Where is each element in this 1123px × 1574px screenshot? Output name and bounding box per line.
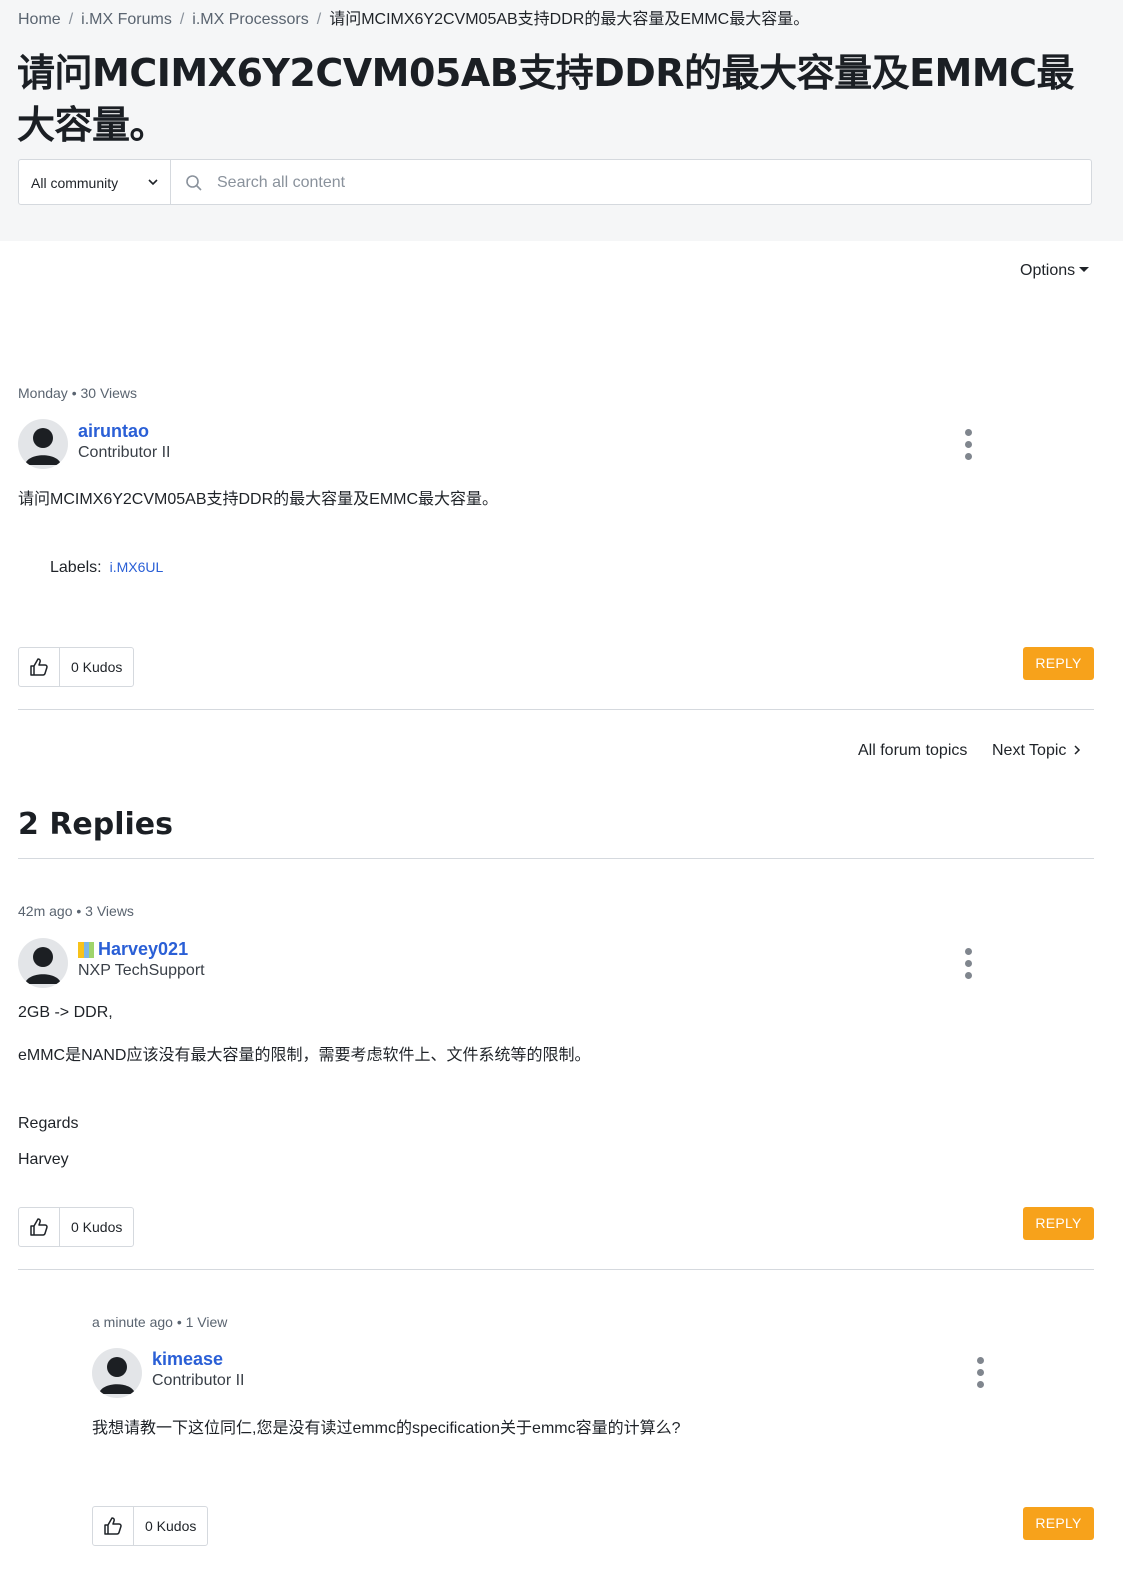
reply-meta: a minute ago • 1 View	[92, 1314, 228, 1330]
avatar-icon	[25, 428, 61, 465]
post-labels: Labels: i.MX6UL	[50, 559, 163, 577]
replies-title: 2 Replies	[18, 807, 174, 842]
breadcrumb-imx-processors[interactable]: i.MX Processors	[192, 11, 308, 28]
kudo-button[interactable]	[19, 1208, 60, 1246]
kudos-widget: 0 Kudos	[18, 1207, 134, 1247]
page-title: 请问MCIMX6Y2CVM05AB支持DDR的最大容量及EMMC最大容量。	[17, 51, 1075, 147]
thumbs-up-icon	[30, 658, 48, 676]
author-rank: Contributor II	[152, 1372, 245, 1389]
kudo-button[interactable]	[93, 1507, 134, 1545]
kebab-icon[interactable]	[964, 948, 974, 984]
search-bar: All community	[18, 159, 1092, 205]
divider	[18, 858, 1094, 859]
avatar-icon	[25, 947, 61, 984]
kudos-count: 0 Kudos	[71, 659, 123, 675]
avatar[interactable]	[92, 1348, 142, 1398]
reply-button[interactable]: REPLY	[1023, 647, 1094, 680]
breadcrumb-current: 请问MCIMX6Y2CVM05AB支持DDR的最大容量及EMMC最大容量。	[329, 11, 810, 28]
kudos-count: 0 Kudos	[145, 1518, 197, 1534]
caret-down-icon	[1079, 267, 1090, 272]
breadcrumb-home[interactable]: Home	[18, 11, 61, 28]
thumbs-up-icon	[104, 1517, 122, 1535]
avatar[interactable]	[18, 419, 68, 469]
divider	[18, 1269, 1094, 1270]
thumbs-up-icon	[30, 1218, 48, 1236]
breadcrumb-separator: /	[316, 11, 322, 28]
kebab-icon[interactable]	[964, 429, 974, 465]
next-topic-label: Next Topic	[992, 742, 1067, 759]
kebab-icon[interactable]	[976, 1357, 986, 1393]
breadcrumb-imx-forums[interactable]: i.MX Forums	[81, 11, 172, 28]
options-label: Options	[1020, 262, 1076, 279]
reply-meta: 42m ago • 3 Views	[18, 903, 134, 919]
reply-button[interactable]: REPLY	[1023, 1507, 1094, 1540]
author-name[interactable]: airuntao	[78, 421, 149, 442]
kudos-widget: 0 Kudos	[92, 1506, 208, 1546]
reply-body-line: 我想请教一下这位同仁,您是没有读过emmc的specification关于emm…	[92, 1420, 681, 1437]
divider	[18, 709, 1094, 710]
kudos-widget: 0 Kudos	[18, 647, 134, 687]
next-topic-link[interactable]: Next Topic	[992, 742, 1082, 760]
options-menu[interactable]: Options	[1020, 262, 1090, 280]
chevron-down-icon	[148, 179, 158, 186]
chevron-right-icon	[1074, 745, 1081, 755]
kudo-button[interactable]	[19, 648, 60, 686]
search-icon	[186, 175, 202, 191]
page-header: Home / i.MX Forums / i.MX Processors / 请问MCIMX…	[0, 0, 1123, 241]
kudos-count: 0 Kudos	[71, 1219, 123, 1235]
label-tag[interactable]: i.MX6UL	[110, 559, 164, 575]
reply-body-line: 2GB -> DDR,	[18, 1004, 113, 1021]
reply-body-line: Regards	[18, 1115, 79, 1132]
all-forum-topics-link[interactable]: All forum topics	[858, 742, 967, 760]
reply-body-line: eMMC是NAND应该没有最大容量的限制，需要考虑软件上、文件系统等的限制。	[18, 1047, 591, 1064]
breadcrumb-separator: /	[68, 11, 74, 28]
labels-label: Labels:	[50, 559, 102, 576]
breadcrumb: Home / i.MX Forums / i.MX Processors / 请问MCIMX…	[18, 5, 809, 29]
post-meta: Monday • 30 Views	[18, 385, 138, 401]
breadcrumb-separator: /	[179, 11, 185, 28]
rank-icon	[78, 942, 94, 958]
author-rank: NXP TechSupport	[78, 962, 205, 979]
post-body: 请问MCIMX6Y2CVM05AB支持DDR的最大容量及EMMC最大容量。	[18, 491, 499, 508]
search-scope-dropdown[interactable]: All community	[19, 160, 171, 204]
author-rank: Contributor II	[78, 444, 171, 461]
search-scope-label: All community	[31, 175, 119, 191]
reply-button[interactable]: REPLY	[1023, 1207, 1094, 1240]
author-name[interactable]: kimease	[152, 1349, 223, 1370]
author-name[interactable]: Harvey021	[98, 939, 188, 960]
search-input[interactable]	[215, 167, 1079, 199]
avatar[interactable]	[18, 938, 68, 988]
reply-body-line: Harvey	[18, 1151, 69, 1168]
avatar-icon	[99, 1357, 135, 1394]
